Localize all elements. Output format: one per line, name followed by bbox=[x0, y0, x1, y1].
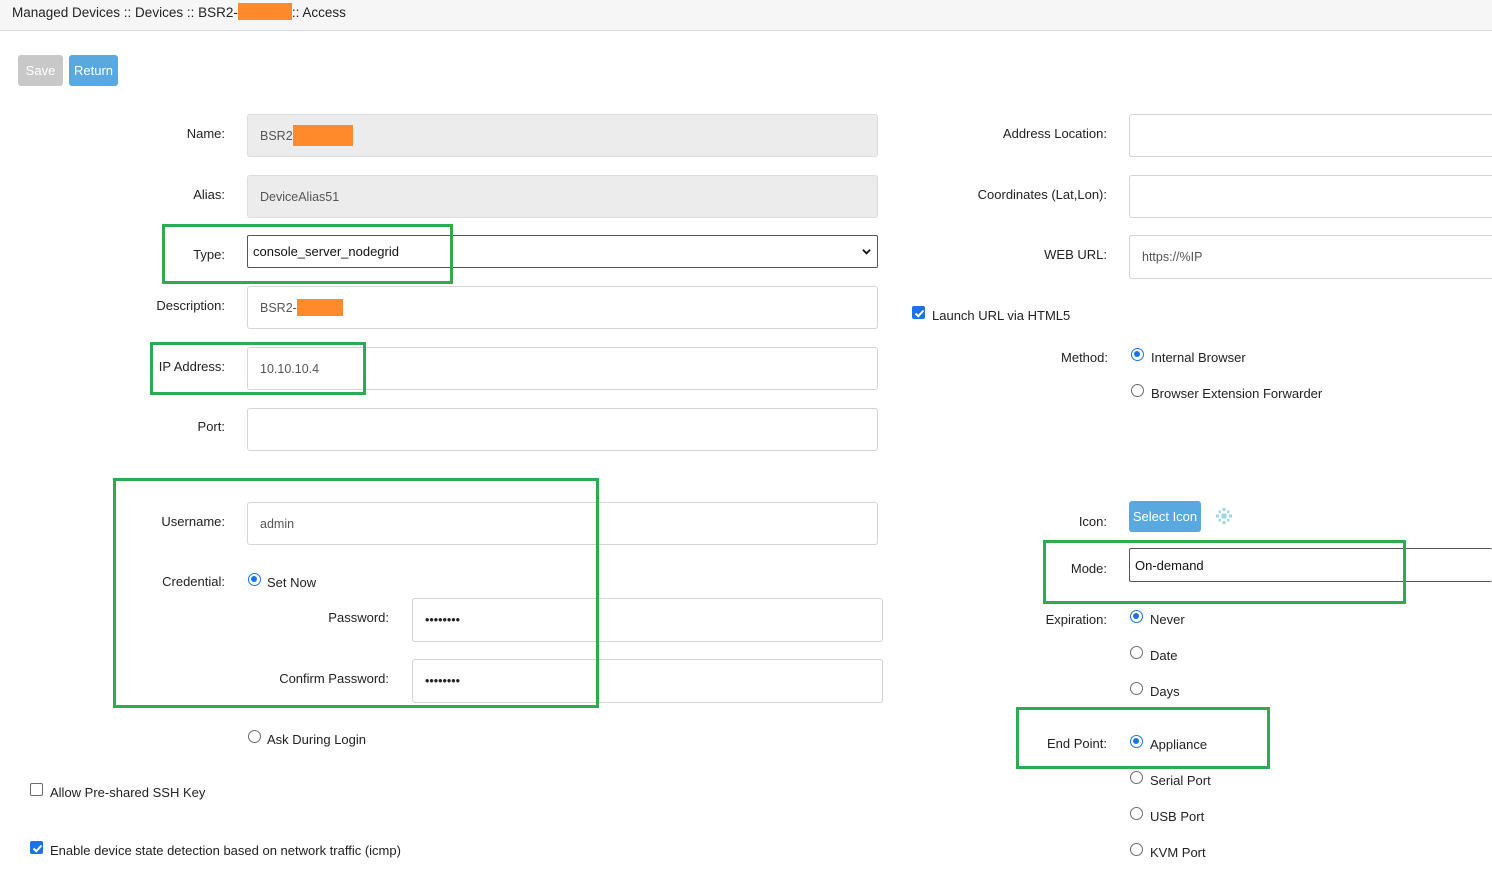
ip-address-field[interactable]: 10.10.10.4 bbox=[247, 347, 878, 390]
icon-label: Icon: bbox=[1078, 514, 1107, 529]
expiration-days-radio[interactable] bbox=[1130, 682, 1143, 695]
expiration-never-label: Never bbox=[1150, 612, 1185, 627]
port-label: Port: bbox=[197, 419, 225, 434]
endpoint-appliance-label: Appliance bbox=[1150, 737, 1208, 752]
username-field[interactable]: admin bbox=[247, 502, 878, 545]
credential-ask-login-label: Ask During Login bbox=[267, 732, 366, 747]
chevron-down-icon bbox=[862, 249, 871, 255]
method-extension-label: Browser Extension Forwarder bbox=[1151, 386, 1323, 401]
redaction-block bbox=[296, 299, 343, 316]
method-internal-radio[interactable] bbox=[1131, 348, 1144, 361]
description-value: BSR2- bbox=[260, 300, 297, 315]
type-label: Type: bbox=[193, 247, 225, 262]
type-value: console_server_nodegrid bbox=[253, 244, 399, 259]
endpoint-serial-label: Serial Port bbox=[1150, 773, 1211, 788]
expiration-label: Expiration: bbox=[1045, 612, 1107, 627]
description-field[interactable]: BSR2- bbox=[247, 286, 878, 329]
web-url-field[interactable]: https://%IP bbox=[1129, 235, 1492, 279]
mode-label: Mode: bbox=[1070, 561, 1107, 576]
enable-state-detection-label: Enable device state detection based on n… bbox=[50, 843, 401, 858]
credential-ask-login-radio[interactable] bbox=[248, 730, 261, 743]
ip-address-label: IP Address: bbox=[158, 359, 225, 374]
method-label: Method: bbox=[1061, 350, 1108, 365]
credential-set-now-radio[interactable] bbox=[248, 573, 261, 586]
checkmark-icon bbox=[914, 309, 925, 318]
endpoint-usb-radio[interactable] bbox=[1130, 807, 1143, 820]
name-label: Name: bbox=[186, 126, 225, 141]
confirm-password-label: Confirm Password: bbox=[279, 671, 389, 686]
allow-ssh-key-label: Allow Pre-shared SSH Key bbox=[50, 785, 206, 800]
expiration-never-radio[interactable] bbox=[1130, 610, 1143, 623]
select-icon-button[interactable]: Select Icon bbox=[1129, 501, 1201, 532]
type-select[interactable]: console_server_nodegrid bbox=[247, 235, 878, 268]
expiration-days-label: Days bbox=[1150, 684, 1180, 699]
checkmark-icon bbox=[32, 844, 43, 853]
confirm-password-field[interactable]: •••••••• bbox=[412, 659, 883, 703]
endpoint-label: End Point: bbox=[1047, 736, 1107, 751]
name-value: BSR2 bbox=[260, 128, 293, 143]
password-field[interactable]: •••••••• bbox=[412, 598, 883, 642]
description-label: Description: bbox=[156, 298, 225, 313]
launch-html5-checkbox[interactable] bbox=[912, 306, 925, 319]
method-internal-label: Internal Browser bbox=[1151, 350, 1246, 365]
web-url-label: WEB URL: bbox=[1044, 247, 1107, 262]
expiration-date-radio[interactable] bbox=[1130, 646, 1143, 659]
coordinates-field[interactable] bbox=[1129, 175, 1492, 218]
username-label: Username: bbox=[161, 514, 225, 529]
coordinates-label: Coordinates (Lat,Lon): bbox=[977, 187, 1107, 202]
password-label: Password: bbox=[328, 610, 389, 625]
endpoint-kvm-label: KVM Port bbox=[1150, 845, 1206, 860]
port-field[interactable] bbox=[247, 408, 878, 451]
enable-state-detection-checkbox[interactable] bbox=[30, 841, 43, 854]
alias-field[interactable]: DeviceAlias51 bbox=[247, 175, 878, 218]
redaction-block bbox=[292, 125, 353, 146]
method-extension-radio[interactable] bbox=[1131, 384, 1144, 397]
address-location-field[interactable] bbox=[1129, 114, 1492, 157]
alias-label: Alias: bbox=[193, 187, 225, 202]
redaction-block bbox=[237, 3, 292, 20]
expiration-date-label: Date bbox=[1150, 648, 1178, 663]
device-icon-preview bbox=[1216, 508, 1232, 524]
mode-select[interactable]: On-demand bbox=[1129, 548, 1492, 582]
endpoint-appliance-radio[interactable] bbox=[1130, 735, 1143, 748]
endpoint-serial-radio[interactable] bbox=[1130, 771, 1143, 784]
return-button[interactable]: Return bbox=[69, 55, 118, 86]
breadcrumb-current: :: Access bbox=[291, 5, 346, 20]
breadcrumb-path: Managed Devices :: Devices :: BSR2- bbox=[12, 5, 238, 20]
save-button[interactable]: Save bbox=[18, 55, 63, 86]
launch-html5-label: Launch URL via HTML5 bbox=[932, 308, 1071, 323]
breadcrumb: Managed Devices :: Devices :: BSR2-:: Ac… bbox=[12, 3, 346, 20]
endpoint-kvm-radio[interactable] bbox=[1130, 843, 1143, 856]
mode-value: On-demand bbox=[1135, 557, 1204, 573]
address-location-label: Address Location: bbox=[1002, 126, 1107, 141]
credential-set-now-label: Set Now bbox=[267, 575, 317, 590]
name-field[interactable]: BSR2 bbox=[247, 114, 878, 157]
allow-ssh-key-checkbox[interactable] bbox=[30, 783, 43, 796]
credential-label: Credential: bbox=[162, 574, 225, 589]
endpoint-usb-label: USB Port bbox=[1150, 809, 1205, 824]
